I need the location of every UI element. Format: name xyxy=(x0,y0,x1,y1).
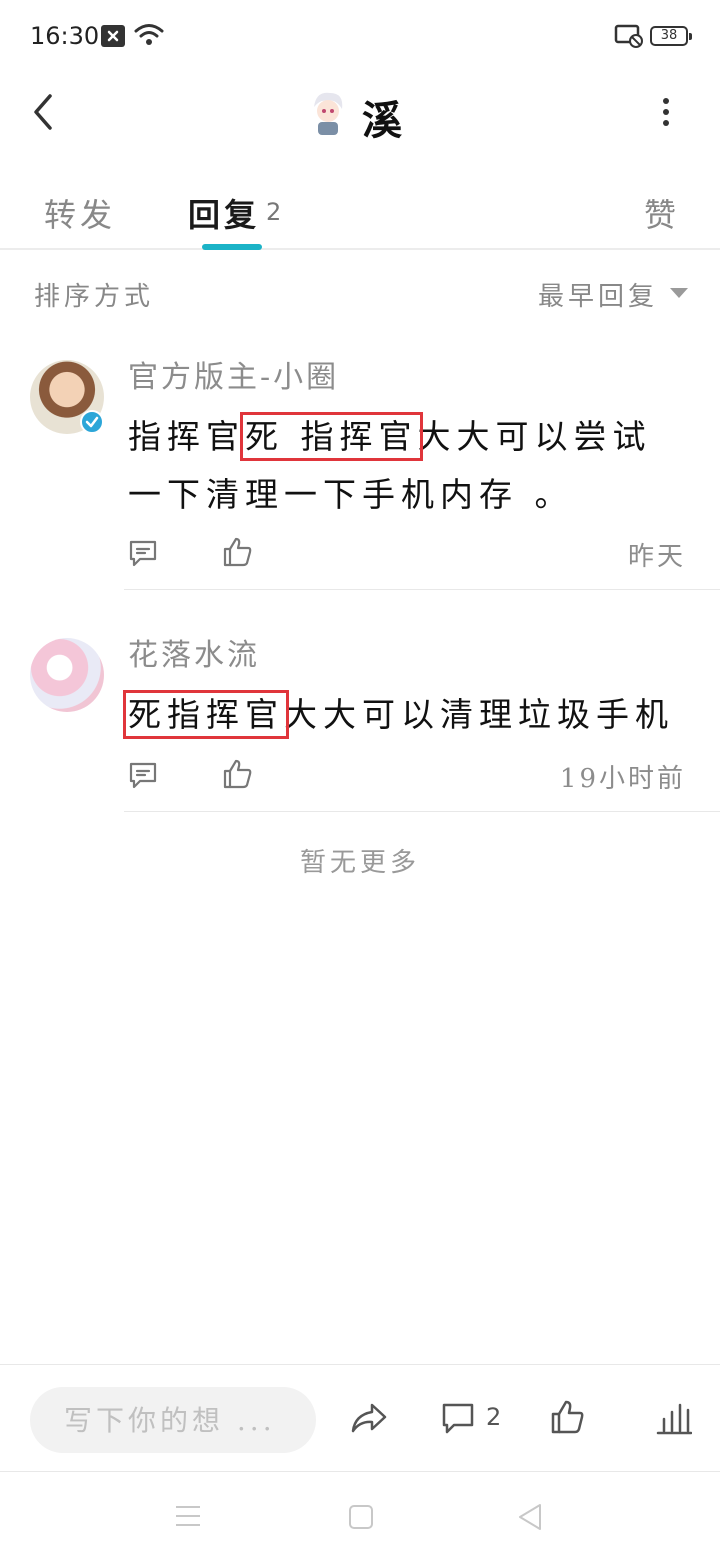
battery-icon: 38 xyxy=(650,26,692,46)
system-nav-bar xyxy=(0,1472,720,1560)
status-time: 16:30 xyxy=(30,22,100,50)
tab-bar: 转发 回复 2 赞 xyxy=(0,170,720,250)
status-bar: 16:30 38 xyxy=(0,0,720,72)
header: 溪 xyxy=(0,72,720,152)
no-more-text: 暂无更多 xyxy=(299,848,420,878)
highlighted-text: 死指挥官 xyxy=(123,690,289,739)
divider xyxy=(124,589,720,590)
sort-label: 排序方式 xyxy=(34,282,155,312)
tab-forward[interactable]: 转发 xyxy=(44,190,116,236)
comment-icon[interactable] xyxy=(440,1401,476,1439)
reply-text: 指挥官死 指挥官大大可以尝试一下清理一下手机内存 。 xyxy=(128,408,688,524)
reply-timestamp: 昨天 xyxy=(627,542,686,572)
author-avatar[interactable] xyxy=(306,89,350,137)
share-icon[interactable] xyxy=(350,1401,388,1439)
reply-text: 死指挥官大大可以清理垃圾手机 xyxy=(123,686,688,744)
divider xyxy=(124,811,720,812)
tab-like[interactable]: 赞 xyxy=(644,190,676,236)
cast-off-icon xyxy=(614,24,644,52)
highlighted-text: 死 指挥官 xyxy=(240,412,423,461)
reply-actions: 昨天 xyxy=(128,534,688,574)
tab-reply-count: 2 xyxy=(266,198,282,226)
sort-dropdown[interactable]: 最早回复 xyxy=(538,276,658,313)
bottom-action-bar: 2 xyxy=(0,1364,720,1472)
verified-badge-icon xyxy=(80,410,104,434)
comment-count: 2 xyxy=(486,1403,502,1431)
avatar[interactable] xyxy=(30,638,104,712)
reply-author-name[interactable]: 花落水流 xyxy=(128,630,260,674)
back-triangle-icon[interactable] xyxy=(516,1502,544,1536)
reply-actions: 19小时前 xyxy=(128,756,688,796)
comment-input[interactable] xyxy=(30,1387,316,1453)
active-tab-indicator xyxy=(202,244,262,250)
menu-icon[interactable] xyxy=(174,1504,202,1532)
comment-icon[interactable] xyxy=(128,538,158,572)
thumbs-up-icon[interactable] xyxy=(550,1399,586,1439)
caret-down-icon[interactable] xyxy=(670,288,688,298)
home-icon[interactable] xyxy=(348,1504,374,1534)
wifi-icon xyxy=(134,22,164,52)
reply-text-before: 指挥官 xyxy=(128,417,245,456)
vertical-dots-icon[interactable] xyxy=(652,94,680,130)
thumbs-up-icon[interactable] xyxy=(222,536,254,572)
sort-row: 排序方式 最早回复 xyxy=(0,270,720,318)
reply-timestamp: 19小时前 xyxy=(559,764,686,794)
bar-chart-icon[interactable] xyxy=(656,1401,693,1439)
reply-item: 官方版主-小圈 指挥官死 指挥官大大可以尝试一下清理一下手机内存 。 昨天 xyxy=(0,352,720,590)
notification-x-icon xyxy=(101,25,125,47)
comment-icon[interactable] xyxy=(128,760,158,794)
reply-item: 花落水流 死指挥官大大可以清理垃圾手机 19小时前 xyxy=(0,630,720,812)
reply-text-after: 大大可以清理垃圾手机 xyxy=(284,695,674,734)
page-title: 溪 xyxy=(362,97,402,144)
chevron-left-icon[interactable] xyxy=(28,90,62,134)
reply-author-name[interactable]: 官方版主-小圈 xyxy=(128,352,339,396)
tab-reply[interactable]: 回复 xyxy=(188,190,260,236)
thumbs-up-icon[interactable] xyxy=(222,758,254,794)
post-detail-screen: 16:30 38 溪 转发 回复 2 赞 排序方式 最早回复 官方版主-小圈 指… xyxy=(0,0,720,1560)
